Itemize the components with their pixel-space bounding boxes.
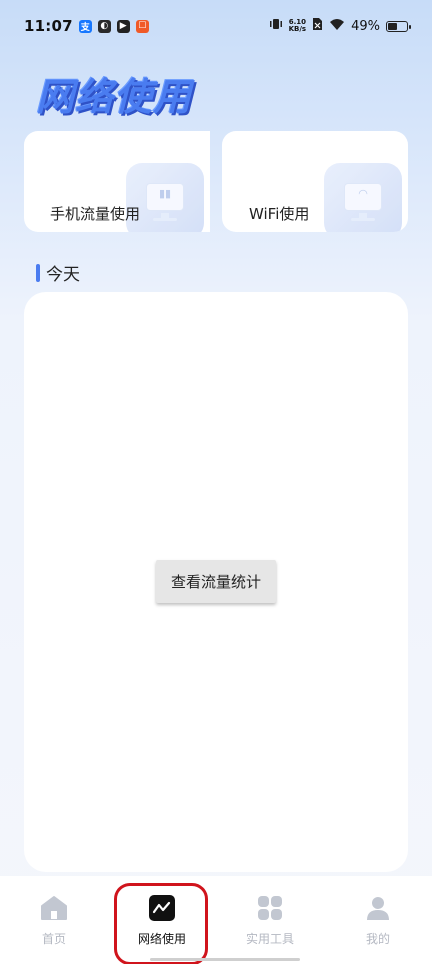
nav-item-home[interactable]: 首页 — [9, 894, 99, 947]
net-speed: 6.10 KB/s — [289, 19, 306, 33]
user-icon — [364, 894, 392, 922]
status-time: 11:07 — [24, 17, 73, 35]
bottom-nav: 首页 网络使用 实用工具 我的 — [0, 876, 432, 964]
wifi-usage-card[interactable]: ◠ WiFi使用 — [222, 131, 408, 232]
nav-label-mine: 我的 — [365, 932, 390, 946]
mobile-data-usage-card[interactable]: ▮▮ 手机流量使用 — [24, 131, 210, 232]
view-traffic-stats-button[interactable]: 查看流量统计 — [156, 560, 276, 603]
nav-label-network: 网络使用 — [137, 932, 186, 946]
section-title: 今天 — [46, 265, 80, 285]
alipay-icon: 支 — [78, 19, 92, 33]
nav-item-network[interactable]: 网络使用 — [117, 894, 207, 947]
page-title: 网络使用 — [36, 75, 193, 119]
notification-app-icon: ☐ — [135, 19, 149, 33]
battery-icon — [386, 20, 411, 32]
vibrate-icon — [269, 17, 283, 35]
home-indicator — [150, 958, 300, 961]
app-icon: ◐ — [97, 19, 111, 33]
wifi-usage-label: WiFi使用 — [249, 205, 310, 223]
status-bar: 11:07 支 ◐ ▶ ☐ 6.10 KB/s 49% — [0, 0, 432, 52]
battery-percent: 49% — [351, 18, 380, 34]
nav-item-mine[interactable]: 我的 — [333, 894, 423, 947]
status-left: 11:07 支 ◐ ▶ ☐ — [24, 17, 149, 35]
section-header-today: 今天 — [36, 260, 80, 285]
nav-item-tools[interactable]: 实用工具 — [225, 894, 315, 947]
section-accent-bar — [36, 263, 40, 282]
no-sim-icon — [312, 17, 323, 35]
nav-label-home: 首页 — [41, 932, 66, 946]
nav-label-tools: 实用工具 — [245, 932, 294, 946]
mobile-data-usage-label: 手机流量使用 — [50, 205, 141, 223]
grid-icon — [256, 894, 284, 922]
network-chart-icon — [148, 894, 176, 922]
video-play-icon: ▶ — [116, 19, 130, 33]
wifi-icon — [329, 18, 345, 35]
home-icon — [40, 894, 68, 922]
net-speed-unit: KB/s — [288, 25, 307, 33]
status-right: 6.10 KB/s 49% — [269, 17, 411, 35]
wifi-monitor-icon: ◠ — [324, 163, 402, 232]
